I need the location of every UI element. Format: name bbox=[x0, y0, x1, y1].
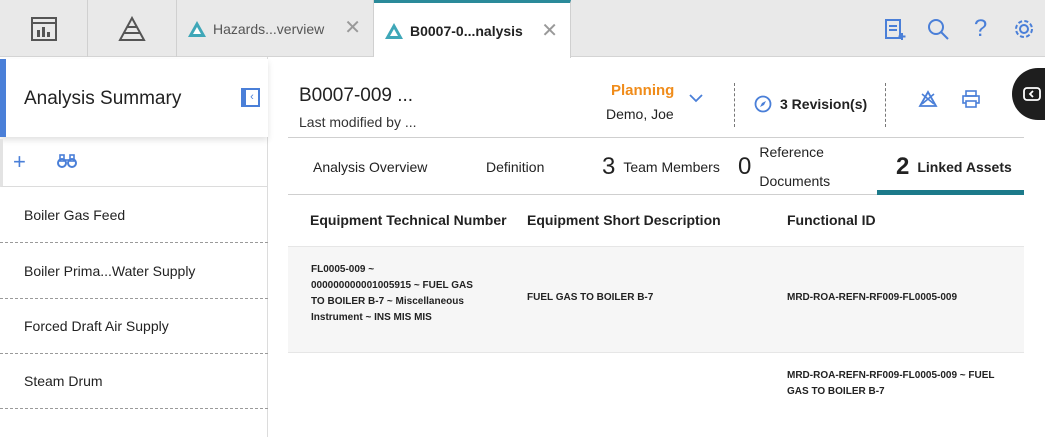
cell-line: MRD-ROA-REFN-RF009-FL0005-009 ~ FUEL bbox=[787, 370, 995, 381]
clipboard-add-icon bbox=[884, 18, 905, 40]
print-icon[interactable] bbox=[961, 90, 981, 108]
short-description-cell: FUEL GAS TO BOILER B-7 bbox=[527, 292, 654, 303]
chevron-left-icon: ‹ bbox=[250, 91, 254, 103]
asset-tree-button[interactable] bbox=[88, 0, 177, 57]
hazards-analysis-icon bbox=[385, 22, 403, 39]
tab-count: 2 bbox=[896, 152, 910, 180]
close-icon[interactable]: ✕ bbox=[344, 18, 361, 38]
tab-label: Analysis Overview bbox=[313, 158, 428, 175]
functional-id-cell: MRD-ROA-REFN-RF009-FL0005-009 ~ FUEL GAS… bbox=[787, 368, 995, 400]
panel-header: Analysis Summary ‹ bbox=[0, 59, 268, 137]
list-item[interactable]: Forced Draft Air Supply bbox=[0, 299, 268, 354]
binoculars-icon[interactable] bbox=[57, 153, 77, 169]
add-icon[interactable]: + bbox=[13, 149, 26, 175]
help-icon: ? bbox=[973, 14, 988, 42]
app-root: Hazards...verview ✕ B0007-0...nalysis ✕ bbox=[0, 0, 1045, 437]
tab-label: Hazards...verview bbox=[213, 20, 325, 37]
cell-line: GAS TO BOILER B-7 bbox=[787, 386, 885, 397]
collapse-panel-button[interactable]: ‹ bbox=[241, 88, 260, 107]
search-button[interactable] bbox=[916, 0, 959, 57]
tab-team-members[interactable]: 3 Team Members bbox=[602, 138, 720, 195]
analysis-subtabs: Analysis Overview Definition 3 Team Memb… bbox=[288, 138, 1024, 195]
tab-label: Definition bbox=[486, 158, 545, 175]
asset-tree-icon bbox=[118, 15, 146, 41]
tab-definition[interactable]: Definition bbox=[486, 138, 544, 195]
tab-analysis-overview[interactable]: Analysis Overview bbox=[313, 138, 427, 195]
tab-count: 0 bbox=[738, 152, 752, 180]
last-modified-text: Last modified by ... bbox=[299, 114, 417, 130]
settings-button[interactable] bbox=[1002, 0, 1045, 57]
analysis-summary-panel: Analysis Summary ‹ + Boiler Gas Feed Boi… bbox=[0, 57, 268, 437]
dashboard-button[interactable] bbox=[0, 0, 88, 57]
cell-line: TO BOILER B-7 ~ Miscellaneous bbox=[311, 296, 464, 307]
close-icon[interactable]: ✕ bbox=[541, 21, 558, 41]
gear-icon bbox=[1014, 19, 1033, 38]
tab-label-line2: Documents bbox=[759, 172, 831, 189]
compass-icon bbox=[754, 95, 772, 113]
tab-count: 3 bbox=[602, 152, 616, 180]
page-title: B0007-009 ... bbox=[299, 85, 414, 106]
clipboard-add-button[interactable] bbox=[873, 0, 916, 57]
cell-line: 000000000001005915 ~ FUEL GAS bbox=[311, 280, 473, 291]
list-item-label: Boiler Prima...Water Supply bbox=[24, 263, 196, 279]
revisions-button[interactable]: 3 Revision(s) bbox=[754, 95, 867, 113]
tab-b0007-analysis[interactable]: B0007-0...nalysis ✕ bbox=[374, 0, 571, 58]
chevron-down-icon[interactable] bbox=[688, 92, 704, 104]
list-item[interactable]: Steam Drum bbox=[0, 354, 268, 409]
tab-linked-assets[interactable]: 2 Linked Assets bbox=[896, 138, 1012, 195]
functional-id-cell: MRD-ROA-REFN-RF009-FL0005-009 bbox=[787, 292, 958, 303]
revisions-label: 3 Revision(s) bbox=[780, 96, 868, 112]
cell-line: FL0005-009 ~ bbox=[311, 264, 375, 275]
list-item[interactable]: Boiler Prima...Water Supply bbox=[0, 244, 268, 299]
tab-reference-documents[interactable]: 0 Reference Documents bbox=[738, 138, 830, 195]
tab-label-group: Reference Documents bbox=[759, 138, 830, 196]
asset-hierarchy-icon[interactable] bbox=[918, 90, 938, 108]
column-header[interactable]: Equipment Technical Number bbox=[310, 212, 507, 228]
hazards-analysis-icon bbox=[188, 20, 206, 37]
active-tab-indicator bbox=[877, 190, 1024, 195]
side-drawer-button[interactable] bbox=[1012, 68, 1045, 120]
list-item[interactable]: Boiler Gas Feed bbox=[0, 188, 268, 243]
search-icon bbox=[927, 18, 949, 40]
column-header[interactable]: Equipment Short Description bbox=[527, 212, 721, 228]
cell-line: Instrument ~ INS MIS MIS bbox=[311, 312, 432, 323]
list-item-label: Steam Drum bbox=[24, 373, 103, 389]
list-item-label: Forced Draft Air Supply bbox=[24, 318, 169, 334]
list-item-label: Boiler Gas Feed bbox=[24, 207, 126, 223]
tab-label: Team Members bbox=[623, 158, 720, 175]
top-right-icons: ? bbox=[873, 0, 1045, 57]
dashboard-icon bbox=[30, 16, 57, 41]
tab-label: B0007-0...nalysis bbox=[410, 22, 523, 39]
state-label[interactable]: Planning bbox=[611, 82, 674, 99]
divider bbox=[885, 83, 886, 127]
state-user: Demo, Joe bbox=[606, 106, 674, 122]
tech-number-cell: FL0005-009 ~ 000000000001005915 ~ FUEL G… bbox=[311, 262, 473, 326]
tab-label: Reference bbox=[759, 143, 824, 160]
tab-label: Linked Assets bbox=[917, 158, 1012, 175]
tab-hazards-overview[interactable]: Hazards...verview ✕ bbox=[177, 0, 374, 57]
top-tab-bar: Hazards...verview ✕ B0007-0...nalysis ✕ bbox=[0, 0, 1045, 58]
column-header[interactable]: Functional ID bbox=[787, 212, 876, 228]
help-button[interactable]: ? bbox=[959, 0, 1002, 57]
divider bbox=[734, 83, 735, 127]
arrow-left-icon bbox=[1023, 87, 1041, 101]
panel-toolbar: + bbox=[0, 139, 268, 187]
panel-title: Analysis Summary bbox=[24, 88, 182, 109]
